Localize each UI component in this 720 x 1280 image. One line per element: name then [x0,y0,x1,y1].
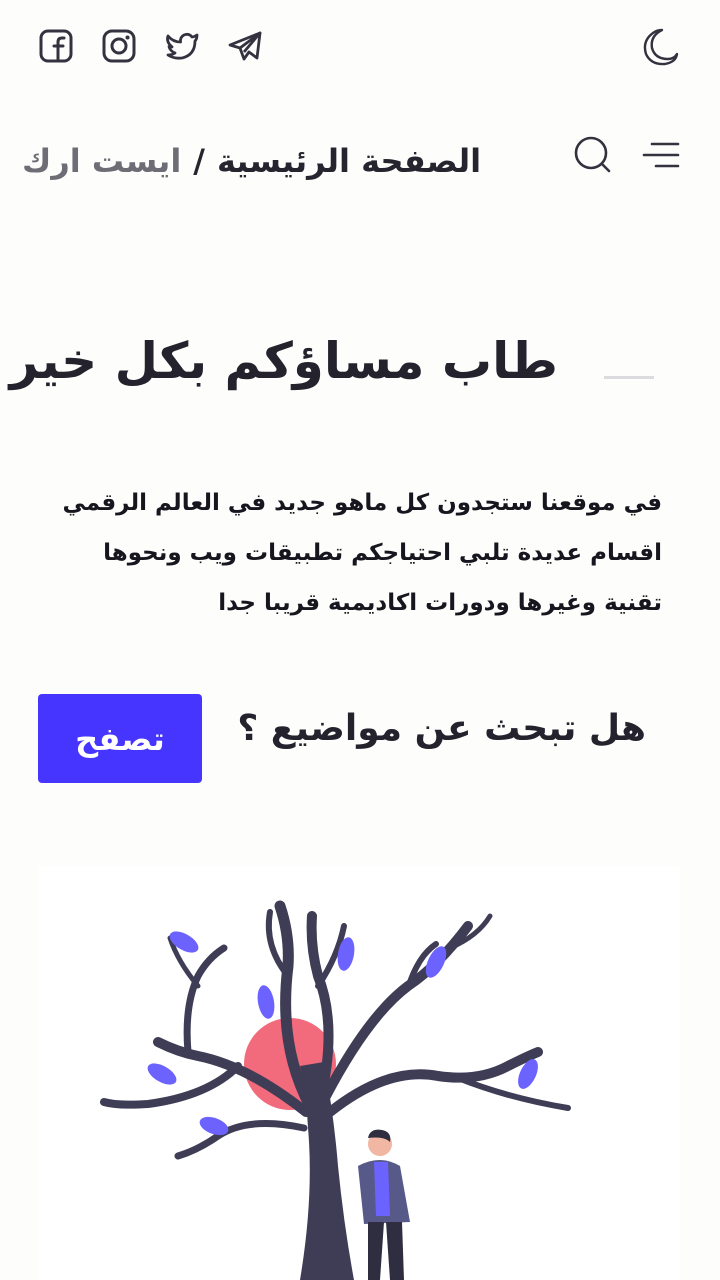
twitter-icon[interactable] [164,28,200,64]
social-links [38,28,263,64]
page: الصفحة الرئيسية / ايست ارك طاب مساؤكم بك… [0,0,720,1280]
instagram-icon[interactable] [101,28,137,64]
facebook-icon[interactable] [38,28,74,64]
breadcrumb-site-link[interactable]: ايست ارك [22,142,181,180]
moon-icon[interactable] [640,26,680,66]
hero-title: طاب مساؤكم بكل خير [9,332,558,390]
breadcrumb-separator: / [193,142,205,180]
menu-icon[interactable] [642,140,680,170]
description-line: في موقعنا ستجدون كل ماهو جديد في العالم … [62,490,662,516]
top-bar [0,0,720,96]
cta-question: هل تبحث عن مواضيع ؟ [237,708,646,749]
hero-description: في موقعنا ستجدون كل ماهو جديد في العالم … [42,478,662,628]
tree-illustration [100,900,571,1280]
breadcrumb: الصفحة الرئيسية / ايست ارك [22,142,481,180]
person-figure [358,1129,410,1280]
title-accent-line [604,376,654,379]
breadcrumb-home-link[interactable]: الصفحة الرئيسية [217,142,481,180]
description-line: تقنية وغيرها ودورات اكاديمية قريبا جدا [218,590,662,616]
cta-row: هل تبحث عن مواضيع ؟ تصفح [0,694,720,784]
description-line: اقسام عديدة تلبي احتياجكم تطبيقات ويب ون… [103,540,662,566]
header: الصفحة الرئيسية / ايست ارك [0,120,720,200]
telegram-icon[interactable] [227,28,263,64]
browse-button[interactable]: تصفح [38,694,202,783]
hero-illustration [38,866,680,1280]
search-icon[interactable] [572,134,612,174]
